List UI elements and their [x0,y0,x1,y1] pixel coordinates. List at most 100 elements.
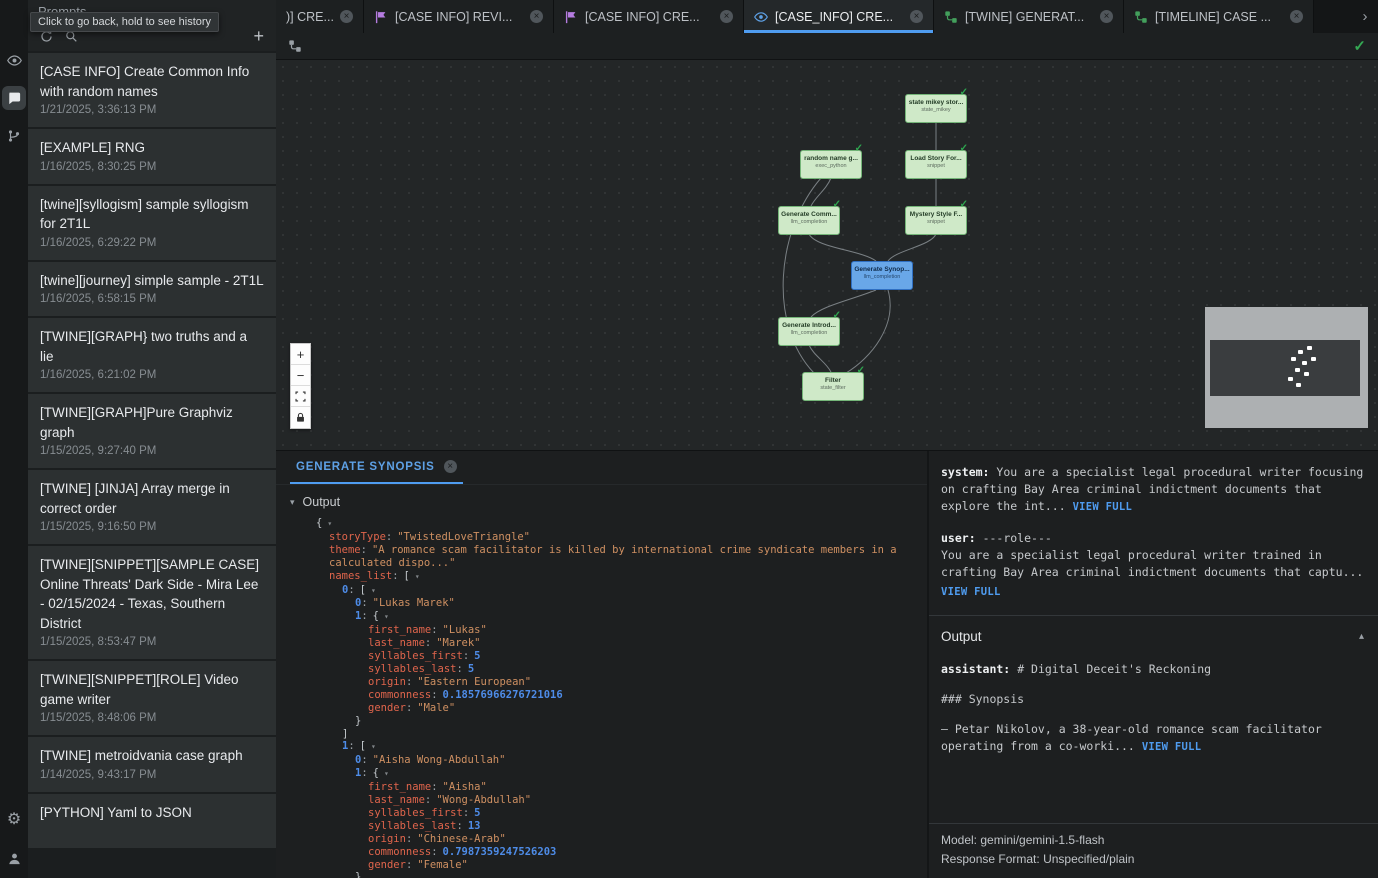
collapse-caret-icon[interactable]: ▾ [384,612,389,621]
node-type: snippet [906,163,966,169]
node-type: llm_completion [779,219,839,225]
json-value: 5 [474,650,480,662]
prompt-title: [CASE INFO] Create Common Info with rand… [40,62,264,101]
list-item[interactable]: [twine][syllogism] sample syllogism for … [28,186,276,260]
json-colon: : [406,859,412,871]
workflow-node[interactable]: Mystery Style F... snippet ✓ [905,206,967,235]
close-icon[interactable]: × [1290,10,1303,23]
editor-tab[interactable]: )] CRE... × [276,0,364,33]
node-type: snippet [906,219,966,225]
tab-label: [TIMELINE] CASE ... [1155,10,1283,24]
node-success-check-icon: ✓ [857,365,865,376]
model-line: Model: gemini/gemini-1.5-flash [941,831,1366,850]
workflow-node[interactable]: Load Story For... snippet ✓ [905,150,967,179]
collapse-caret-icon[interactable]: ▾ [327,519,332,528]
collapse-caret-icon[interactable]: ▾ [384,769,389,778]
role-label: assistant: [941,662,1010,676]
workflow-node[interactable]: Filter state_filter ✓ [802,372,864,401]
json-colon: : [463,807,469,819]
tab-label: [CASE INFO] CRE... [585,10,713,24]
close-icon[interactable]: × [340,10,353,23]
json-colon: : [361,597,367,609]
zoom-out-button[interactable]: − [291,365,310,386]
json-colon: : [457,663,463,675]
close-icon[interactable]: × [720,10,733,23]
prompts-chat-icon[interactable] [2,86,26,110]
minimap[interactable] [1205,307,1368,428]
json-value: "TwistedLoveTriangle" [397,531,530,543]
gear-icon[interactable]: ⚙ [2,808,26,832]
workflow-node[interactable]: Generate Synop... llm_completion ✓ [851,261,913,290]
collapse-up-icon[interactable]: ▴ [1359,628,1364,645]
prompt-list: [CASE INFO] Create Common Info with rand… [28,51,276,878]
json-value: 0.7987359247526203 [443,846,557,858]
output-section-toggle[interactable]: ▾ Output [276,491,927,517]
close-icon[interactable]: × [1100,10,1113,23]
json-value: [ [360,740,366,752]
close-icon[interactable]: × [530,10,543,23]
node-title: random name g... [801,155,861,162]
collapse-caret-icon[interactable]: ▾ [415,572,420,581]
view-full-link[interactable]: VIEW FULL [1142,741,1202,753]
workflow-node[interactable]: Generate Comm... llm_completion ✓ [778,206,840,235]
output-header-label: Output [941,628,982,645]
view-full-link[interactable]: VIEW FULL [941,586,1001,598]
tab-overflow-chevron-icon[interactable]: › [1352,0,1378,33]
workflow-node[interactable]: state mikey stor... state_mikey ✓ [905,94,967,123]
editor-tab[interactable]: [CASE INFO] REVI... × [364,0,554,33]
lock-button[interactable] [291,407,310,428]
output-tab-row: GENERATE SYNOPSIS × [276,451,927,485]
list-item[interactable]: [TWINE][GRAPH} two truths and a lie 1/16… [28,318,276,392]
output-section-label: Output [303,495,341,509]
git-branch-icon[interactable] [2,124,26,148]
list-item[interactable]: [PYTHON] Yaml to JSON [28,794,276,849]
json-colon: : [406,702,412,714]
editor-tab[interactable]: [CASE_INFO] CRE... × [744,0,934,33]
view-full-link[interactable]: VIEW FULL [1073,501,1133,513]
json-value: { [373,767,379,779]
workflow-canvas[interactable]: state mikey stor... state_mikey ✓ random… [276,60,1378,450]
output-header: Output ▴ [941,628,1364,645]
editor-tab[interactable]: [TWINE] GENERAT... × [934,0,1124,33]
editor-tab[interactable]: [CASE INFO] CRE... × [554,0,744,33]
canvas-toolbar: ✓ [276,33,1378,60]
json-value: 13 [468,820,481,832]
list-item[interactable]: [TWINE][GRAPH]Pure Graphviz graph 1/15/2… [28,394,276,468]
list-item[interactable]: [TWINE][SNIPPET][ROLE] Video game writer… [28,661,276,735]
account-icon[interactable] [2,846,26,870]
list-item[interactable]: [TWINE] [JINJA] Array merge in correct o… [28,470,276,544]
list-item[interactable]: [TWINE][SNIPPET][SAMPLE CASE] Online Thr… [28,546,276,659]
fit-view-button[interactable] [291,386,310,407]
user-message: user: ---role--- You are a specialist le… [941,530,1366,601]
workflow-node[interactable]: Generate Introd... llm_completion ✓ [778,317,840,346]
collapse-caret-icon[interactable]: ▾ [371,742,376,751]
list-item[interactable]: [TWINE] metroidvania case graph 1/14/202… [28,737,276,792]
json-value: "Aisha Wong-Abdullah" [373,754,506,766]
editor-tab[interactable]: [TIMELINE] CASE ... × [1124,0,1314,33]
output-code-panel: GENERATE SYNOPSIS × ▾ Output : { ▾ storyTyp… [276,451,929,878]
model-meta: Model: gemini/gemini-1.5-flash Response … [929,823,1378,878]
workflow-node[interactable]: random name g... exec_python ✓ [800,150,862,179]
prompt-timestamp: 1/16/2025, 6:29:22 PM [40,237,264,251]
json-value: "Male" [417,702,455,714]
node-success-check-icon: ✓ [960,87,968,98]
eye-icon[interactable] [2,48,26,72]
add-prompt-button[interactable]: + [253,27,264,45]
zoom-in-button[interactable]: + [291,344,310,365]
json-colon: : [361,610,367,622]
json-line: 1:{▾ [276,610,927,624]
prompt-timestamp: 1/16/2025, 6:58:15 PM [40,293,264,307]
list-item[interactable]: [CASE INFO] Create Common Info with rand… [28,53,276,127]
json-colon: : [361,544,367,556]
list-item[interactable]: [EXAMPLE] RNG 1/16/2025, 8:30:25 PM [28,129,276,184]
close-icon[interactable]: × [910,10,923,23]
json-colon: : [406,833,412,845]
graph-view-icon[interactable] [288,39,302,53]
json-value: [ [360,584,366,596]
list-item[interactable]: [twine][journey] simple sample - 2T1L 1/… [28,262,276,317]
close-icon[interactable]: × [444,460,457,473]
prompt-timestamp: 1/15/2025, 9:27:40 PM [40,445,264,459]
json-line: storyType:"TwistedLoveTriangle"▾ [276,531,927,544]
collapse-caret-icon[interactable]: ▾ [371,586,376,595]
output-tab[interactable]: GENERATE SYNOPSIS × [290,451,463,484]
